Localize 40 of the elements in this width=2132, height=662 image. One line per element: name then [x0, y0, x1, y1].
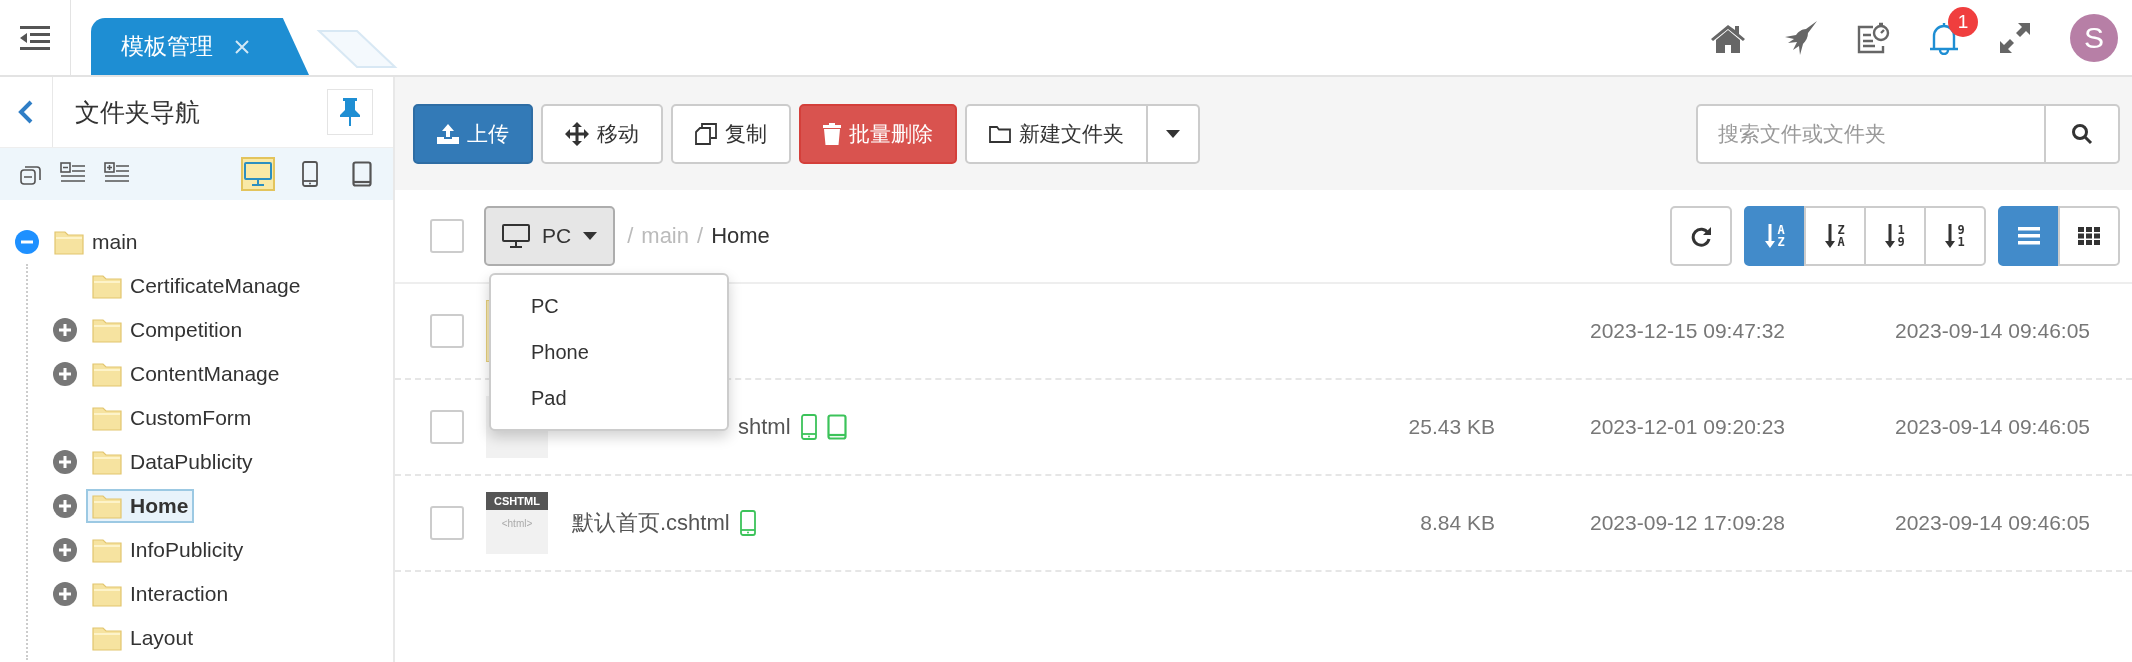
created-date: 2023-09-14 09:46:05: [1894, 415, 2090, 439]
file-size: 25.43 KB: [1407, 415, 1495, 439]
tree-item[interactable]: CertificateManage: [86, 269, 307, 303]
menu-item[interactable]: Pad: [491, 375, 727, 421]
menu-item[interactable]: Phone: [491, 329, 727, 375]
sort-button[interactable]: 1 9: [1864, 206, 1926, 266]
tree-item[interactable]: Layout: [86, 621, 200, 655]
tree-item[interactable]: Interaction: [86, 577, 235, 611]
breadcrumb-separator: /: [697, 223, 704, 249]
tab[interactable]: 模板管理: [91, 18, 309, 75]
menu-item[interactable]: PC: [491, 283, 727, 329]
device-select[interactable]: PC: [484, 206, 616, 266]
modified-date: 2023-09-12 17:09:28: [1589, 511, 1785, 535]
modified-date: 2023-12-15 09:47:32: [1589, 319, 1785, 343]
search-field[interactable]: 搜索文件或文件夹: [1696, 103, 2046, 164]
toolbar-button[interactable]: 新建文件夹: [965, 103, 1148, 164]
file-name[interactable]: 默认首页.cshtml: [572, 508, 730, 538]
sort-button[interactable]: A Z: [1744, 206, 1806, 266]
toolbar-button[interactable]: 上传: [413, 103, 533, 164]
tree-item[interactable]: CustomForm: [86, 401, 258, 435]
created-date: 2023-09-14 09:46:05: [1894, 319, 2090, 343]
toolbar-button[interactable]: 批量删除: [799, 103, 957, 164]
tree-item[interactable]: Home: [86, 489, 195, 523]
toolbar-button[interactable]: 复制: [671, 103, 791, 164]
breadcrumb-separator: /: [627, 223, 634, 249]
tree-item[interactable]: main: [48, 225, 144, 259]
file-thumbnail: CSHTML <html>: [486, 492, 548, 554]
modified-date: 2023-12-01 09:20:23: [1589, 415, 1785, 439]
sort-button[interactable]: Z A: [1804, 206, 1866, 266]
file-name[interactable]: shtml: [738, 414, 791, 440]
tree-item[interactable]: Competition: [86, 313, 249, 347]
sort-button[interactable]: 9 1: [1924, 206, 1986, 266]
file-size: 8.84 KB: [1419, 511, 1495, 535]
tree-item[interactable]: DataPublicity: [86, 445, 259, 479]
notification-badge: 1: [1948, 6, 1978, 37]
sidebar-title: 文件夹导航: [74, 96, 201, 128]
created-date: 2023-09-14 09:46:05: [1894, 511, 2090, 535]
toolbar-button[interactable]: 移动: [541, 103, 663, 164]
tree-item[interactable]: ContentManage: [86, 357, 286, 391]
tree-item[interactable]: InfoPublicity: [86, 533, 250, 567]
